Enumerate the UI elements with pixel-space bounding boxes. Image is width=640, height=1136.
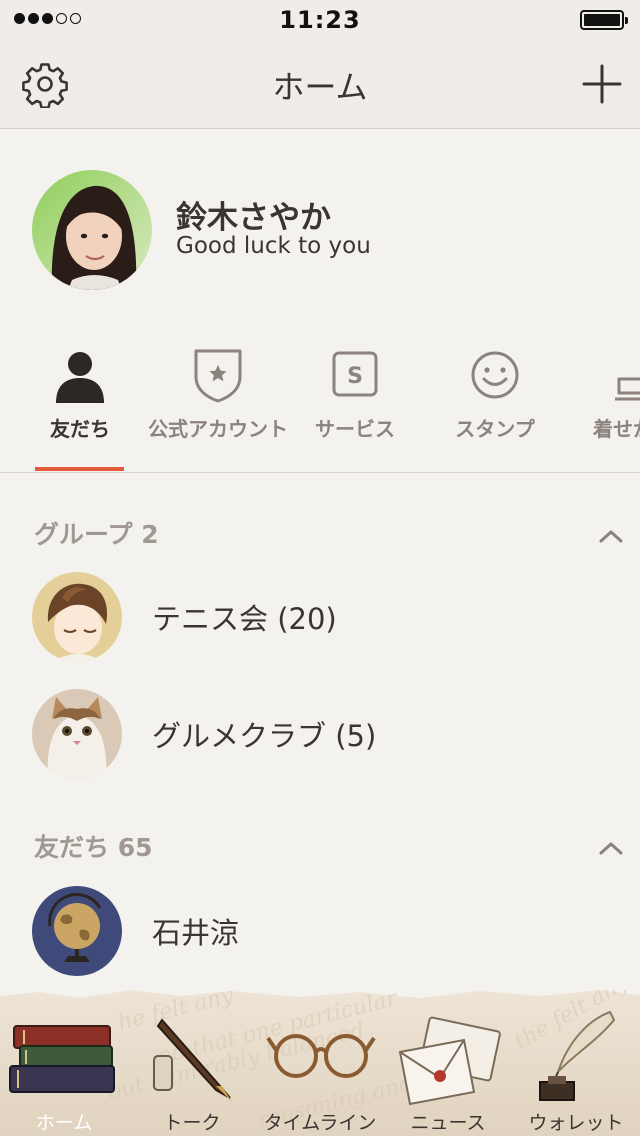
list-item[interactable]: 石井涼 [0,882,640,992]
tab-label: 友だち [50,417,110,441]
bottom-tab-label: トーク [163,1112,221,1134]
smiley-icon [471,351,519,399]
divider [0,472,640,473]
tab-wallet[interactable]: ウォレット [512,990,640,1136]
tab-talk[interactable]: トーク [128,990,256,1136]
tab-friends[interactable]: 友だち [10,345,150,473]
bottom-tab-bar: he felt any nd that one particular out a… [0,990,640,1136]
fountain-pen-icon [153,1018,232,1102]
tab-services[interactable]: S サービス [285,345,425,473]
tab-official-accounts[interactable]: 公式アカウント [148,345,288,473]
bottom-tab-label: ホーム [35,1112,93,1134]
active-tab-indicator [35,467,124,471]
s-box-icon: S [332,351,378,397]
plus-icon[interactable] [578,60,626,108]
list-item[interactable]: グルメクラブ (5) [0,685,640,795]
groups-section-header[interactable]: グループ 2 [34,515,159,551]
tab-label: スタンプ [455,417,535,441]
bottom-tab-label: ニュース [410,1112,486,1134]
chevron-up-icon[interactable] [598,528,624,544]
bottom-tab-label: タイムライン [263,1112,377,1134]
books-icon [9,1025,115,1093]
tab-themes[interactable]: 着せか [565,345,640,473]
nav-bar: ホーム [0,40,640,129]
profile-avatar[interactable] [32,170,152,290]
tab-label: 着せか [593,417,640,441]
group-avatar [32,689,122,779]
chevron-up-icon[interactable] [598,840,624,856]
tab-label: サービス [315,417,395,441]
tab-home[interactable]: ホーム [0,990,128,1136]
tab-label: 公式アカウント [148,417,288,441]
status-bar: 11:23 [0,0,640,40]
tab-news[interactable]: ニュース [384,990,512,1136]
status-time: 11:23 [279,6,361,34]
tab-stickers[interactable]: スタンプ [425,345,565,473]
glasses-icon [266,1034,376,1078]
tab-timeline[interactable]: タイムライン [256,990,384,1136]
friend-name: 石井涼 [152,916,240,950]
group-avatar [32,572,122,662]
quill-inkwell-icon [539,1010,616,1101]
friends-section-header[interactable]: 友だち 65 [34,828,153,864]
group-name: グルメクラブ (5) [152,719,377,753]
svg-text:S: S [347,364,363,389]
bottom-tab-label: ウォレット [528,1112,624,1134]
brush-icon [615,377,640,401]
battery-icon [580,10,628,30]
group-name: テニス会 (20) [152,602,337,636]
friend-avatar [32,886,122,976]
shield-star-icon [194,349,242,403]
envelope-icon [398,1016,501,1106]
profile-status-message: Good luck to you [176,233,371,259]
list-item[interactable]: テニス会 (20) [0,568,640,678]
page-title: ホーム [272,68,368,106]
profile-name[interactable]: 鈴木さやか [176,192,331,237]
person-icon [56,352,104,403]
